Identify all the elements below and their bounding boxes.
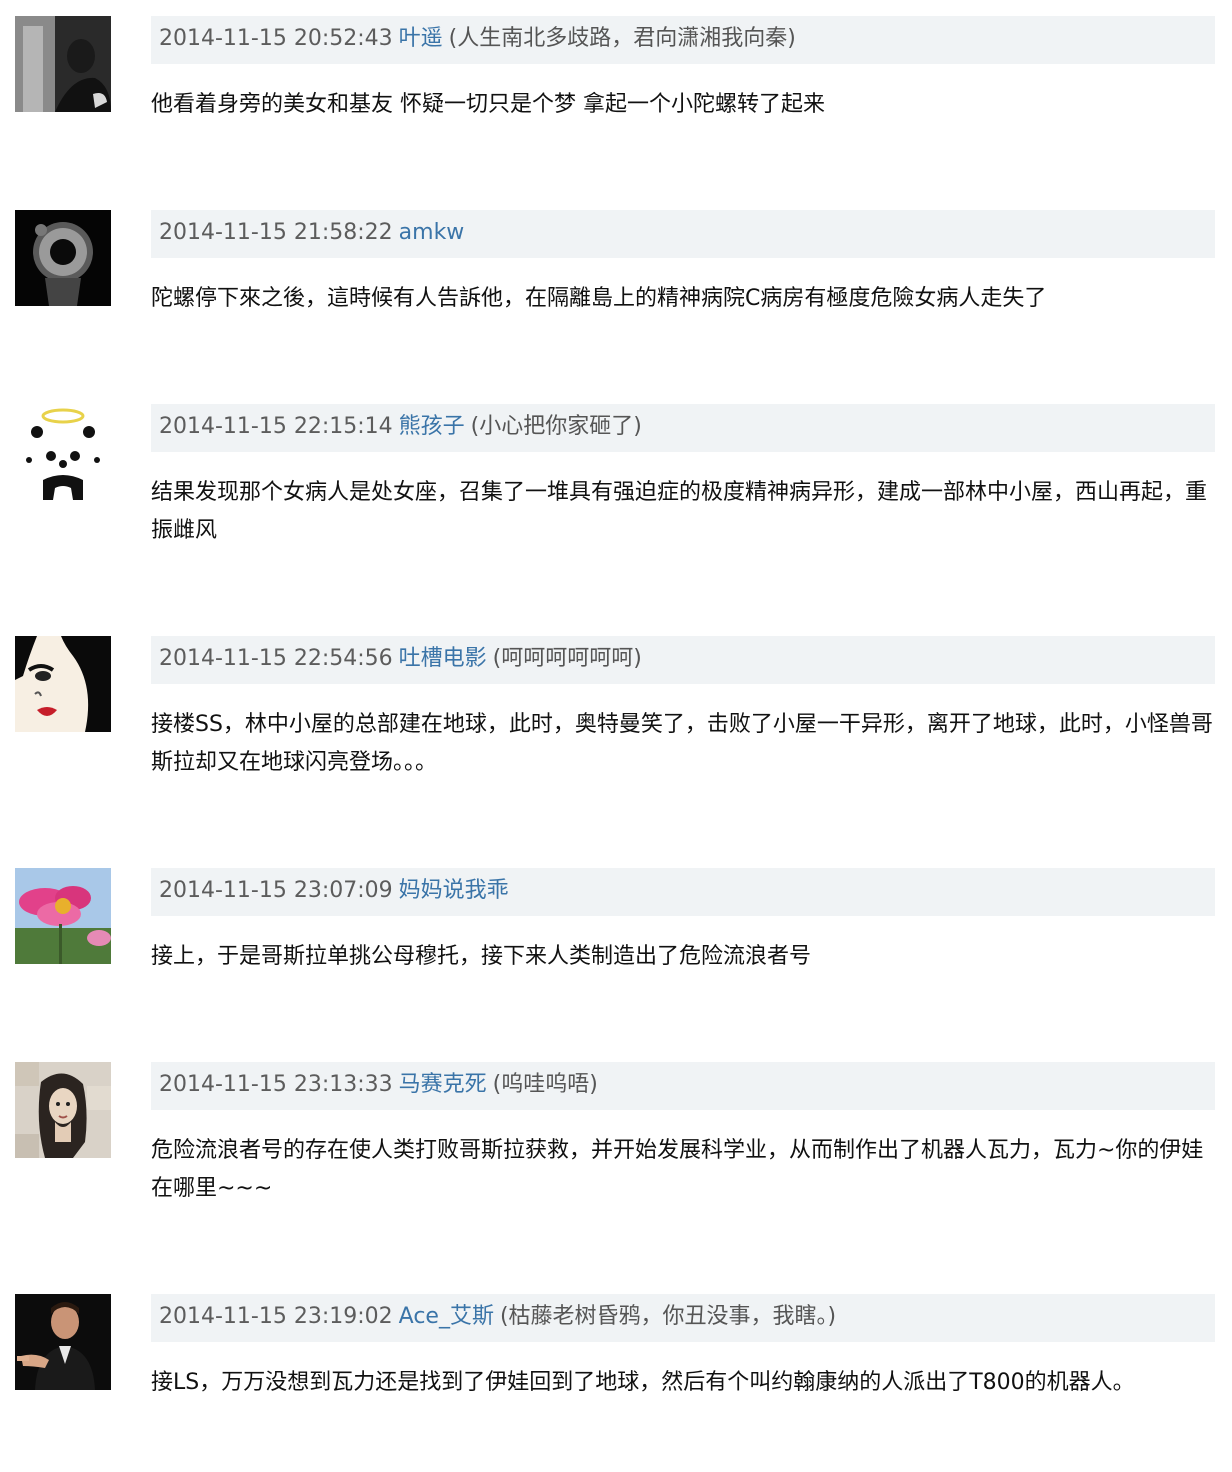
comment-username[interactable]: 马赛克死 <box>399 1072 487 1097</box>
comment-text: 接上，于是哥斯拉单挑公母穆托，接下来人类制造出了危险流浪者号 <box>151 944 812 969</box>
comment-header: 2014-11-15 20:52:43 叶遥 (人生南北多歧路，君向潇湘我向秦) <box>151 16 1215 64</box>
comment-header: 2014-11-15 23:07:09 妈妈说我乖 <box>151 868 1215 916</box>
comment-text: 结果发现那个女病人是处女座，召集了一堆具有强迫症的极度精神病异形，建成一部林中小… <box>151 480 1208 543</box>
comment-username[interactable]: amkw <box>399 220 465 245</box>
comment-username[interactable]: 熊孩子 <box>399 414 465 439</box>
comment-signature: (人生南北多歧路，君向潇湘我向秦) <box>448 26 796 51</box>
comment-signature: (小心把你家砸了) <box>470 414 642 439</box>
comment-signature: (呜哇呜唔) <box>492 1072 598 1097</box>
comment-text: 接楼SS，林中小屋的总部建在地球，此时，奥特曼笑了，击败了小屋一干异形，离开了地… <box>151 712 1213 775</box>
comment-header: 2014-11-15 21:58:22 amkw <box>151 210 1215 258</box>
man-pointing-avatar[interactable] <box>15 1294 111 1390</box>
comment-username[interactable]: 吐槽电影 <box>399 646 487 671</box>
comment-time: 2014-11-15 23:19:02 <box>159 1304 393 1329</box>
dark-portrait-avatar[interactable] <box>15 16 111 112</box>
comment-header: 2014-11-15 22:15:14 熊孩子 (小心把你家砸了) <box>151 404 1215 452</box>
gun-barrel-avatar[interactable] <box>15 210 111 306</box>
panda-angel-avatar[interactable] <box>15 404 111 500</box>
comment-signature: (枯藤老树昏鸦，你丑没事，我瞎。) <box>499 1304 837 1329</box>
comment-header: 2014-11-15 23:19:02 Ace_艾斯 (枯藤老树昏鸦，你丑没事，我瞎… <box>151 1294 1215 1342</box>
mosaic-woman-avatar[interactable] <box>15 1062 111 1158</box>
comment-time: 2014-11-15 20:52:43 <box>159 26 393 51</box>
comment-time: 2014-11-15 23:07:09 <box>159 878 393 903</box>
comment-text: 陀螺停下來之後，這時候有人告訴他，在隔離島上的精神病院C病房有極度危險女病人走失… <box>151 286 1047 311</box>
comment-text: 危险流浪者号的存在使人类打败哥斯拉获救，并开始发展科学业，从而制作出了机器人瓦力… <box>151 1138 1204 1201</box>
pink-flower-avatar[interactable] <box>15 868 111 964</box>
comment-time: 2014-11-15 23:13:33 <box>159 1072 393 1097</box>
comment-text: 他看着身旁的美女和基友 怀疑一切只是个梦 拿起一个小陀螺转了起来 <box>151 92 825 117</box>
comment-time: 2014-11-15 21:58:22 <box>159 220 393 245</box>
comment-header: 2014-11-15 22:54:56 吐槽电影 (呵呵呵呵呵呵) <box>151 636 1215 684</box>
comment-username[interactable]: 妈妈说我乖 <box>399 878 509 903</box>
comment-username[interactable]: 叶遥 <box>399 26 443 51</box>
comment-time: 2014-11-15 22:54:56 <box>159 646 393 671</box>
comment-signature: (呵呵呵呵呵呵) <box>492 646 642 671</box>
comment-time: 2014-11-15 22:15:14 <box>159 414 393 439</box>
comment-username[interactable]: Ace_艾斯 <box>399 1304 494 1329</box>
comment-text: 接LS，万万没想到瓦力还是找到了伊娃回到了地球，然后有个叫约翰康纳的人派出了T8… <box>151 1370 1135 1395</box>
comment-header: 2014-11-15 23:13:33 马赛克死 (呜哇呜唔) <box>151 1062 1215 1110</box>
cartoon-face-avatar[interactable] <box>15 636 111 732</box>
